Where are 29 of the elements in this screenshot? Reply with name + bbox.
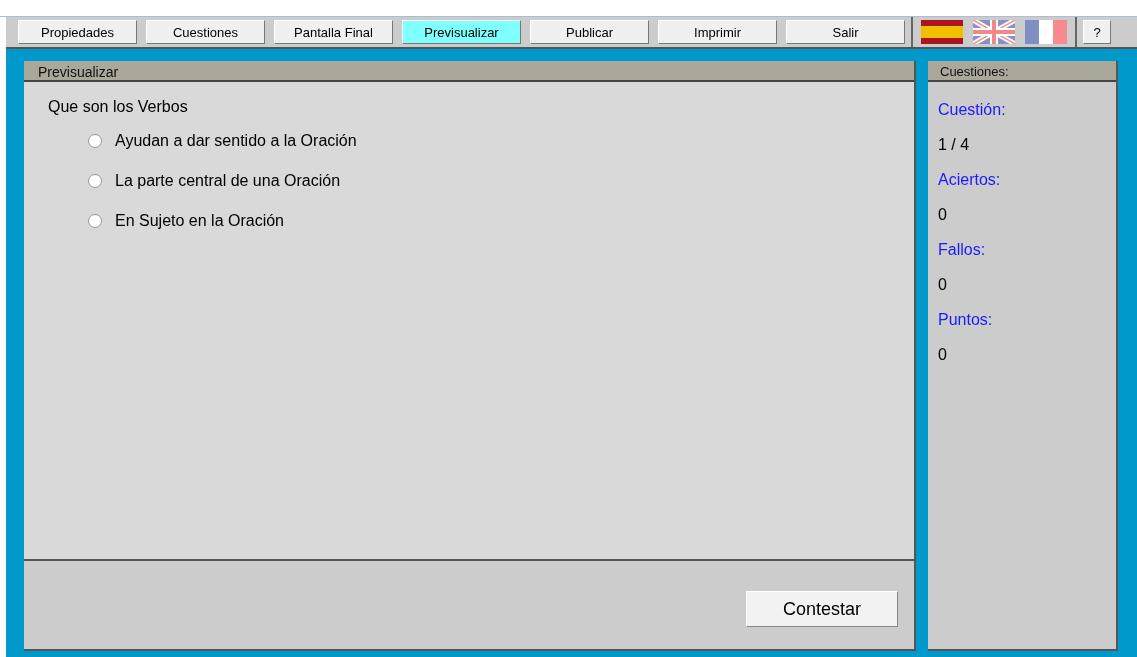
radio-button[interactable] bbox=[88, 174, 102, 188]
option-label[interactable]: En Sujeto en la Oración bbox=[115, 212, 284, 230]
stat-value: 0 bbox=[938, 345, 948, 365]
panel-title: Previsualizar bbox=[24, 61, 914, 82]
stat-label: Aciertos: bbox=[938, 170, 1002, 190]
panel-title: Cuestiones: bbox=[928, 61, 1116, 82]
question-text: Que son los Verbos bbox=[48, 98, 189, 116]
toolbar-button[interactable]: Imprimir bbox=[658, 20, 777, 44]
stat-label: Cuestión: bbox=[938, 100, 1007, 120]
stat-value: 0 bbox=[938, 275, 948, 295]
stat-value: 0 bbox=[938, 205, 948, 225]
option-label[interactable]: La parte central de una Oración bbox=[115, 172, 341, 190]
radio-button[interactable] bbox=[88, 214, 102, 228]
flag-icon[interactable] bbox=[973, 20, 1015, 44]
stat-value: 1 / 4 bbox=[938, 135, 971, 155]
radio-button[interactable] bbox=[88, 134, 102, 148]
flag-icon[interactable] bbox=[1025, 20, 1067, 44]
toolbar-button[interactable]: Salir bbox=[786, 20, 905, 44]
flag-icon[interactable] bbox=[921, 20, 963, 44]
option-label[interactable]: Ayudan a dar sentido a la Oración bbox=[115, 132, 357, 150]
toolbar-button[interactable]: Pantalla Final bbox=[274, 20, 393, 44]
toolbar-button[interactable]: Propiedades bbox=[18, 20, 137, 44]
stat-label: Fallos: bbox=[938, 240, 987, 260]
toolbar-button[interactable]: Previsualizar bbox=[402, 20, 521, 44]
toolbar-button[interactable]: Publicar bbox=[530, 20, 649, 44]
stat-label: Puntos: bbox=[938, 310, 994, 330]
help-button[interactable]: ? bbox=[1083, 20, 1111, 44]
toolbar-button[interactable]: Cuestiones bbox=[146, 20, 265, 44]
submit-button[interactable]: Contestar bbox=[746, 591, 898, 627]
